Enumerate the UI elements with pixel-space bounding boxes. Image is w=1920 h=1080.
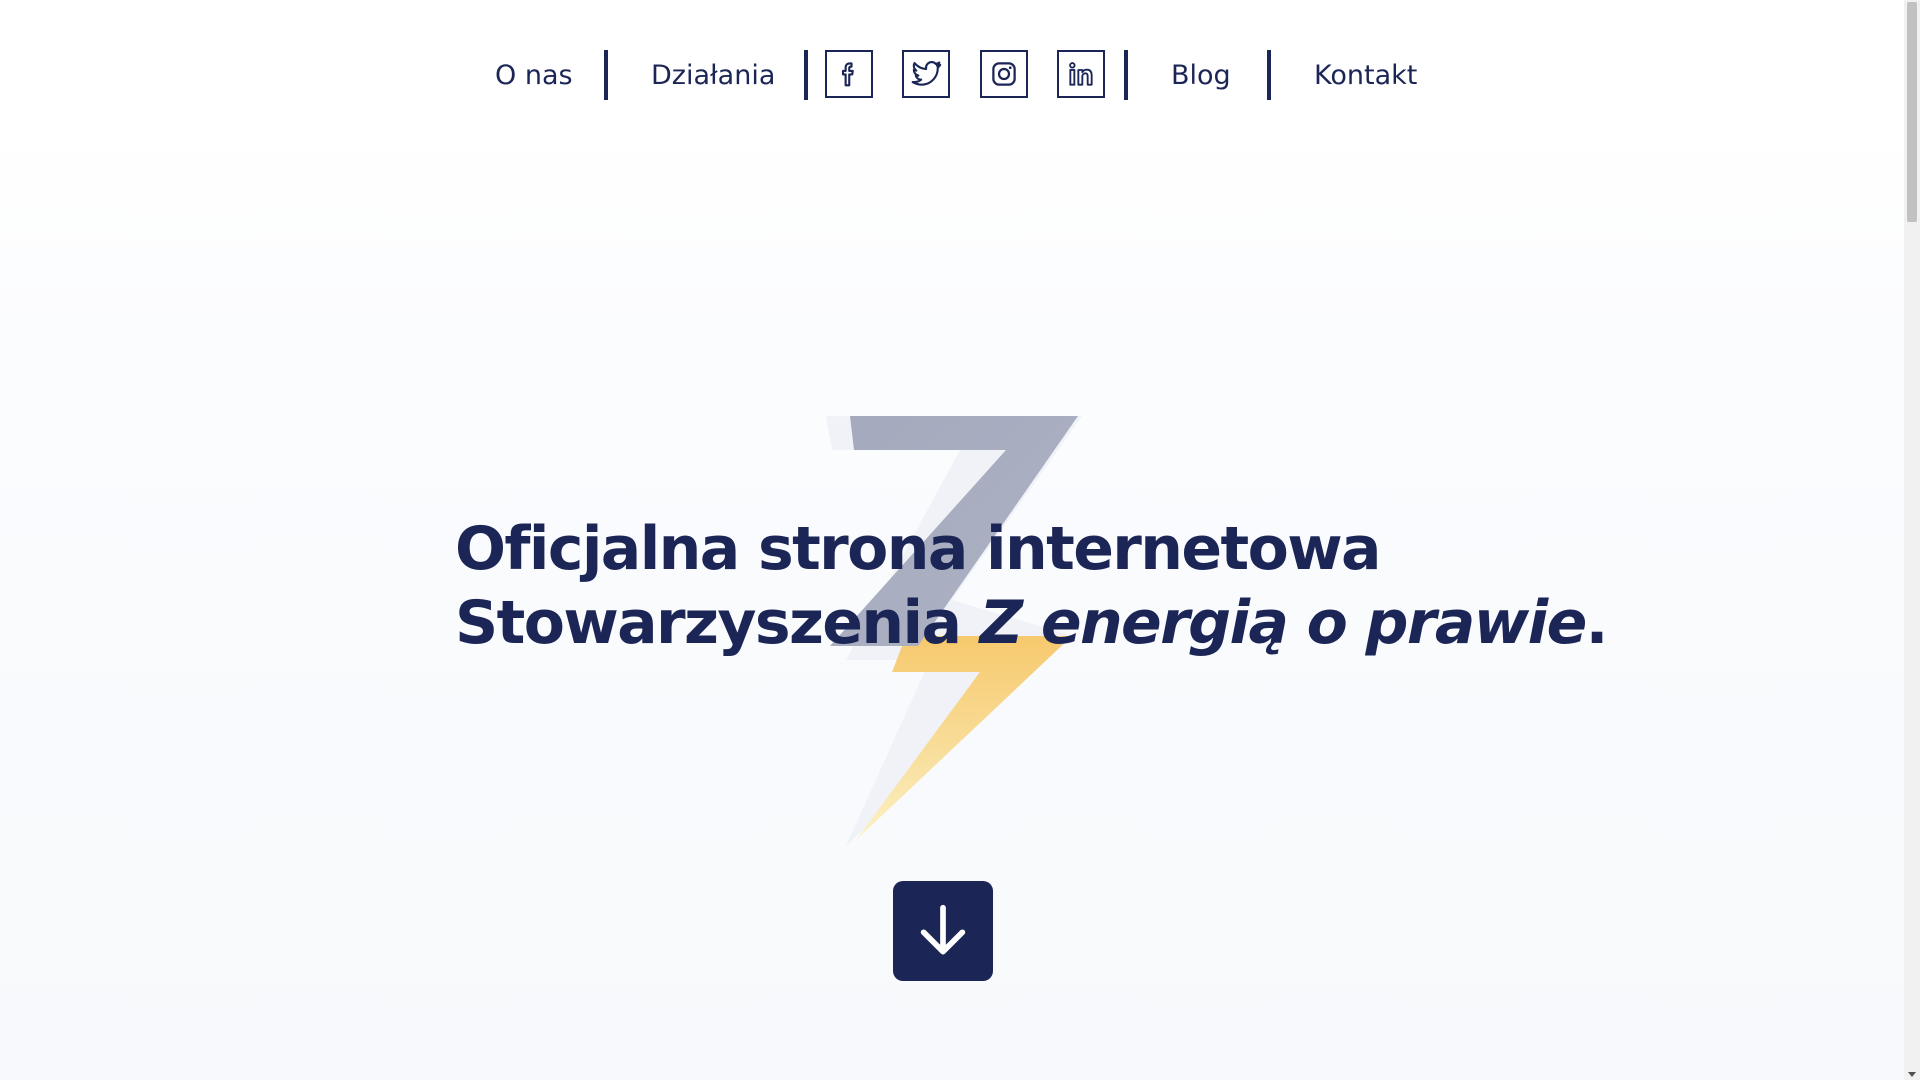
twitter-link[interactable] (902, 50, 950, 98)
association-name: Z energią o prawie (979, 588, 1588, 658)
hero-headline: Oficjalna strona internetowa Stowarzyszen… (455, 512, 1655, 660)
nav-separator (604, 50, 608, 100)
arrow-down-icon (920, 904, 966, 955)
facebook-icon (841, 62, 854, 87)
instagram-link[interactable] (980, 50, 1028, 98)
page: O nas Działania Blog Kontakt Oficjalna s… (0, 0, 1904, 1080)
hero-line-1: Oficjalna strona internetowa (455, 514, 1382, 584)
twitter-icon (911, 61, 942, 86)
scroll-down-button[interactable] (893, 881, 993, 981)
nav-link-kontakt[interactable]: Kontakt (1314, 52, 1417, 100)
nav-separator (804, 50, 808, 100)
scrollbar-thumb[interactable] (1907, 2, 1917, 222)
nav-link-blog[interactable]: Blog (1171, 52, 1231, 100)
top-navigation: O nas Działania Blog Kontakt (0, 0, 1904, 150)
facebook-link[interactable] (825, 50, 873, 98)
hero-line-2-suffix: . (1585, 588, 1609, 658)
vertical-scrollbar[interactable] (1904, 0, 1920, 1080)
nav-link-o-nas[interactable]: O nas (495, 52, 573, 100)
linkedin-icon (1069, 62, 1093, 86)
nav-link-dzialania[interactable]: Działania (651, 52, 775, 100)
scroll-down-arrow-icon[interactable] (1908, 1072, 1916, 1077)
linkedin-link[interactable] (1057, 50, 1105, 98)
hero-line-2-prefix: Stowarzyszenia (455, 588, 980, 658)
nav-separator (1124, 50, 1128, 100)
instagram-icon (992, 62, 1016, 86)
nav-separator (1267, 50, 1271, 100)
